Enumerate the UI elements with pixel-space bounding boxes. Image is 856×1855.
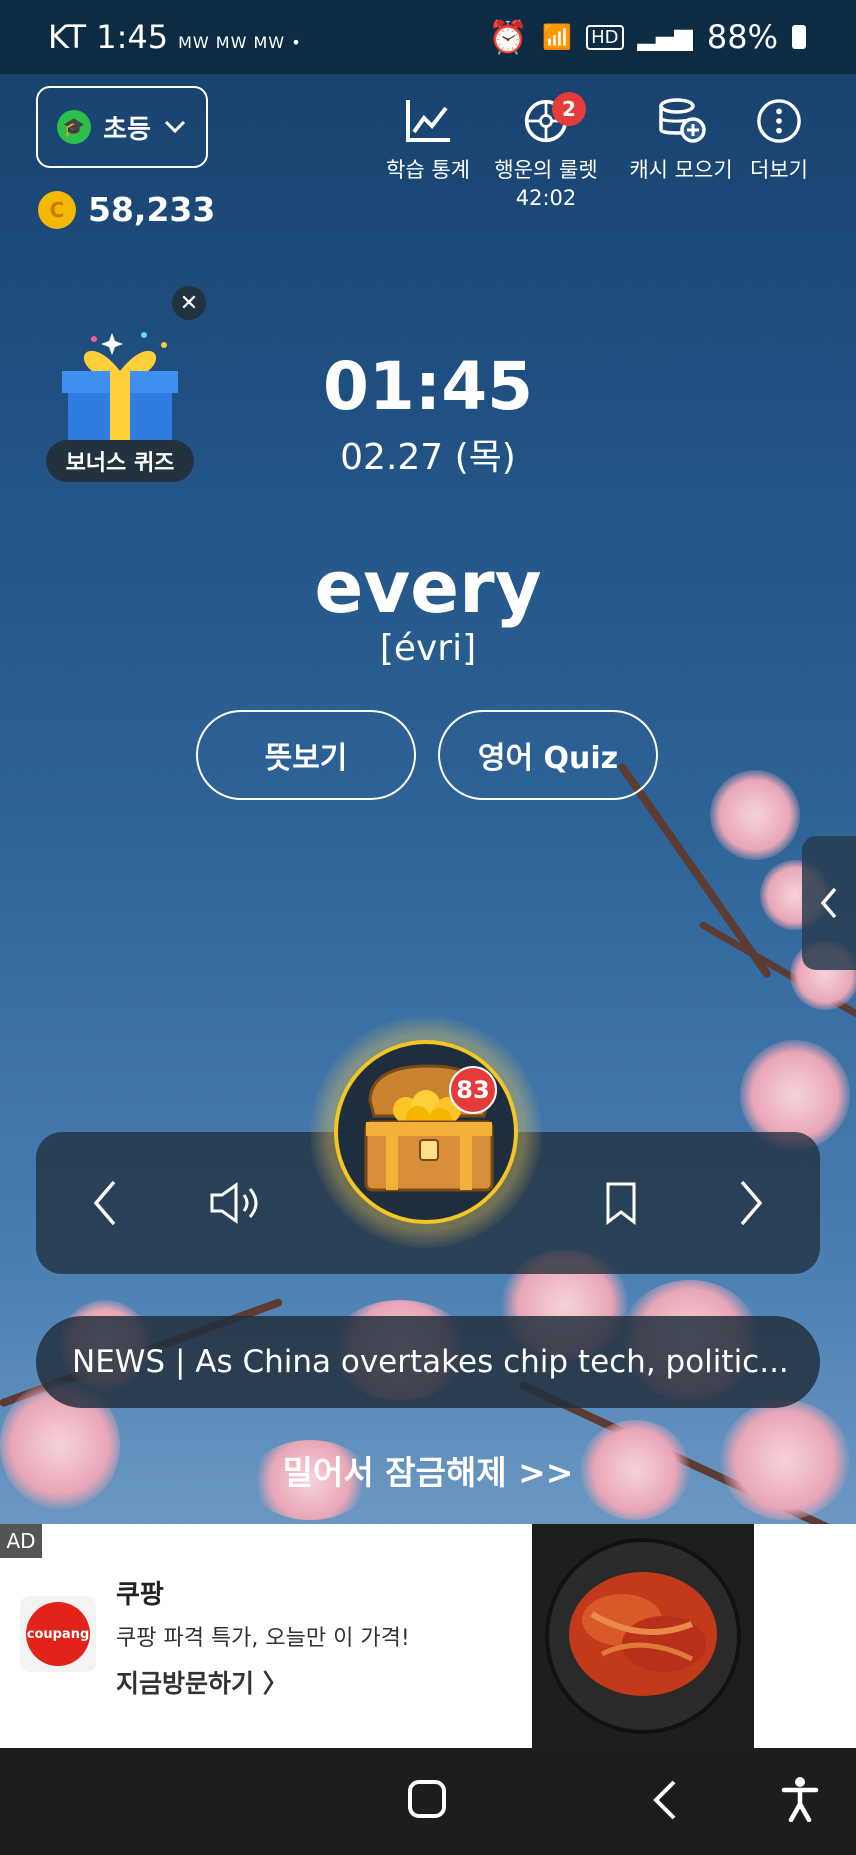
vocab-word: every — [314, 545, 542, 629]
blossom — [710, 770, 800, 860]
graduation-cap-icon: 🎓 — [57, 110, 92, 144]
home-icon — [408, 1780, 446, 1818]
menu-label: 학습 통계 — [386, 158, 470, 182]
accessibility-button[interactable] — [780, 1776, 820, 1826]
ad-description: 쿠팡 파격 특가, 오늘만 이 가격! — [116, 1626, 410, 1651]
wifi-icon: 📶 — [542, 23, 573, 51]
bookmark-button[interactable] — [578, 1160, 664, 1246]
carrier-time: KT 1:45 — [48, 18, 169, 56]
battery-level: 88% — [706, 18, 778, 56]
signal-icon: ▂▄▆ — [637, 23, 693, 51]
roulette-badge: 2 — [552, 92, 586, 126]
show-meaning-button[interactable]: 뜻보기 — [196, 710, 416, 800]
close-icon[interactable]: ✕ — [172, 286, 206, 320]
hd-icon: HD — [586, 24, 624, 50]
menu-collect-cash[interactable]: 캐시 모으기 — [616, 98, 746, 184]
kimchi-image — [545, 1538, 741, 1734]
accessibility-icon — [781, 1777, 819, 1823]
news-ticker[interactable]: NEWS | As China overtakes chip tech, pol… — [36, 1316, 820, 1408]
cash-stack-icon — [659, 98, 706, 143]
ad-title: 쿠팡 — [116, 1580, 164, 1610]
clock-time: 01:45 — [322, 348, 534, 425]
menu-more[interactable]: 더보기 — [744, 98, 814, 184]
alarm-icon: ⏰ — [488, 18, 529, 56]
english-quiz-button[interactable]: 영어 Quiz — [438, 710, 658, 800]
level-selector[interactable]: 🎓 초등 — [36, 86, 208, 168]
coin-icon: C — [38, 190, 76, 229]
home-button[interactable] — [404, 1776, 450, 1826]
status-bar: KT 1:45 MW MW MW • ⏰ 📶 HD ▂▄▆ 88% — [0, 0, 856, 74]
coin-balance: C 58,233 — [38, 190, 215, 229]
next-word-button[interactable] — [708, 1160, 794, 1246]
notification-icons: MW MW MW • — [178, 33, 302, 52]
ad-tag: AD — [0, 1524, 42, 1558]
speaker-icon — [210, 1182, 258, 1224]
chevron-right-icon — [740, 1180, 763, 1226]
menu-lucky-roulette[interactable]: 행운의 룰렛 42:02 — [486, 98, 606, 210]
vocab-phonetic: [évri] — [379, 628, 477, 669]
more-icon — [757, 99, 801, 143]
chevron-down-icon — [164, 120, 185, 134]
coupang-logo: coupang — [20, 1596, 96, 1672]
ad-image — [532, 1524, 754, 1748]
menu-study-stats[interactable]: 학습 통계 — [378, 98, 478, 184]
side-panel-tab[interactable] — [802, 836, 856, 970]
menu-label: 행운의 룰렛 — [494, 158, 598, 182]
chart-icon — [406, 100, 450, 142]
chest-badge: 83 — [449, 1066, 497, 1114]
battery-icon — [792, 25, 806, 49]
menu-label: 캐시 모으기 — [629, 158, 733, 182]
back-icon — [653, 1780, 676, 1820]
roulette-timer: 42:02 — [515, 186, 577, 210]
back-button[interactable] — [650, 1778, 680, 1826]
clock-date: 02.27 (목) — [340, 437, 516, 478]
slide-to-unlock[interactable]: 밀어서 잠금해제 >> — [0, 1446, 856, 1494]
bookmark-icon — [606, 1182, 636, 1225]
coin-amount: 58,233 — [88, 190, 216, 229]
level-label: 초등 — [103, 114, 151, 145]
previous-word-button[interactable] — [62, 1160, 148, 1246]
chevron-left-icon — [93, 1180, 116, 1226]
menu-label: 더보기 — [750, 158, 808, 182]
chevron-left-icon — [820, 887, 837, 919]
coupang-logo-text: coupang — [26, 1602, 90, 1666]
speaker-button[interactable] — [192, 1160, 278, 1246]
ad-visit-link[interactable]: 지금방문하기 〉 — [116, 1664, 288, 1700]
